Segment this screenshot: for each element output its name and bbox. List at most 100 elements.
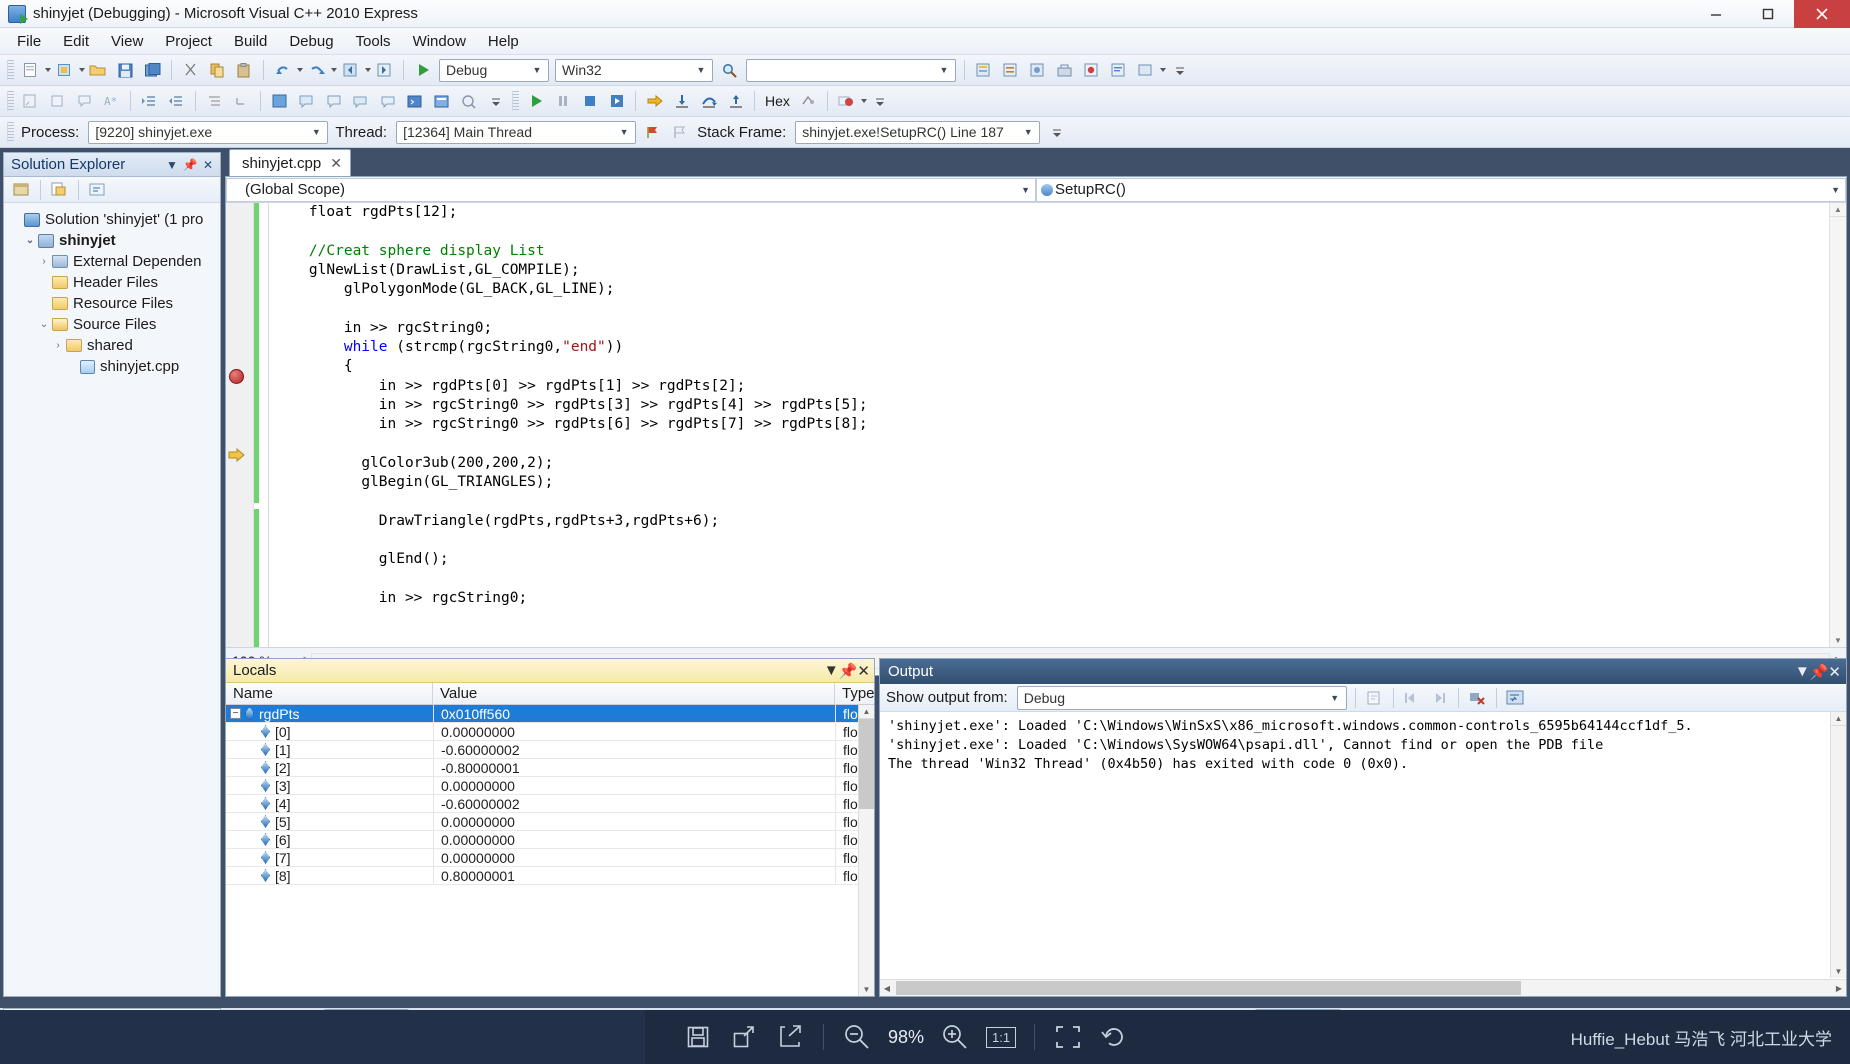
locals-cell-value[interactable]: 0.00000000 [433, 813, 835, 830]
show-next-statement-icon[interactable] [642, 89, 667, 113]
locals-cell-value[interactable]: 0.00000000 [433, 777, 835, 794]
tree-item-external-dependencies[interactable]: › External Dependen [8, 251, 220, 272]
output-window-icon[interactable] [1106, 58, 1131, 82]
tree-item-source-files[interactable]: ⌄ Source Files [8, 314, 220, 335]
show-all-files-icon[interactable] [47, 178, 72, 202]
toolbox-icon[interactable] [1052, 58, 1077, 82]
cut-icon[interactable] [178, 58, 203, 82]
show-flagged-threads-icon[interactable] [667, 120, 692, 144]
column-header-type[interactable]: Type [835, 683, 874, 704]
find-combo[interactable]: ▼ [746, 58, 956, 82]
output-vertical-scrollbar[interactable]: ▲ ▼ [1830, 712, 1846, 978]
close-icon[interactable]: ✕ [857, 662, 870, 680]
save-all-icon[interactable] [140, 58, 165, 82]
start-debugging-icon[interactable] [410, 58, 435, 82]
pin-icon[interactable]: 📌 [1810, 663, 1829, 681]
twisty[interactable]: ⌄ [36, 319, 52, 330]
locals-cell-value[interactable]: -0.80000001 [433, 759, 835, 776]
toggle-all-outlining-icon[interactable] [202, 89, 227, 113]
save-icon[interactable] [113, 58, 138, 82]
tab-shinyjet-cpp[interactable]: shinyjet.cpp ✕ [229, 149, 351, 176]
zoom-in-icon[interactable] [932, 1017, 978, 1057]
quickwatch-icon[interactable] [294, 89, 319, 113]
table-row[interactable]: [6] 0.00000000 float [226, 831, 874, 849]
locals-cell-value[interactable]: -0.60000002 [433, 741, 835, 758]
locals-cell-value[interactable]: 0x010ff560 [433, 705, 835, 722]
chevron-down-icon[interactable] [79, 68, 85, 72]
find-message-icon[interactable] [1362, 686, 1387, 710]
locals-cell-value[interactable]: 0.80000001 [433, 867, 835, 884]
more-windows-icon[interactable] [1133, 58, 1158, 82]
toolbar-grip[interactable] [7, 122, 14, 142]
flag-thread-icon[interactable] [640, 120, 665, 144]
chevron-down-icon[interactable]: ▼ [1795, 663, 1810, 680]
breakpoints-window-icon[interactable] [834, 89, 859, 113]
locals-window-icon[interactable] [375, 89, 400, 113]
table-row[interactable]: −rgdPts0x010ff560float [1 [226, 705, 874, 723]
close-button[interactable] [1794, 0, 1850, 28]
table-row[interactable]: [7] 0.00000000 float [226, 849, 874, 867]
restart-icon[interactable] [604, 89, 629, 113]
twisty[interactable]: › [50, 340, 66, 351]
locals-cell-value[interactable]: -0.60000002 [433, 795, 835, 812]
hex-display-button[interactable]: Hex [760, 93, 795, 109]
watch-window-icon[interactable] [321, 89, 346, 113]
menu-build[interactable]: Build [223, 30, 278, 53]
thread-combo[interactable]: [12364] Main Thread ▼ [396, 120, 637, 144]
chevron-down-icon[interactable] [331, 68, 337, 72]
properties-window-icon[interactable] [998, 58, 1023, 82]
tree-item-solution[interactable]: Solution 'shinyjet' (1 pro [8, 209, 220, 230]
pin-icon[interactable]: 📌 [839, 662, 858, 680]
memory-window-icon[interactable] [429, 89, 454, 113]
minimize-button[interactable] [1690, 0, 1742, 28]
scope-combo-left[interactable]: (Global Scope) ▼ [226, 177, 1036, 202]
step-into-icon[interactable] [669, 89, 694, 113]
error-list-icon[interactable] [1079, 58, 1104, 82]
toolbar-overflow-icon[interactable] [1044, 120, 1069, 144]
process-combo[interactable]: [9220] shinyjet.exe ▼ [88, 120, 329, 144]
menu-edit[interactable]: Edit [52, 30, 100, 53]
menu-tools[interactable]: Tools [345, 30, 402, 53]
tree-item-resource-files[interactable]: Resource Files [8, 293, 220, 314]
stop-debugging-icon[interactable] [577, 89, 602, 113]
twisty[interactable]: › [36, 256, 52, 267]
go-to-next-message-icon[interactable] [1427, 686, 1452, 710]
actual-size-button[interactable]: 1:1 [978, 1017, 1024, 1057]
view-code-icon[interactable] [85, 178, 110, 202]
locals-cell-value[interactable]: 0.00000000 [433, 849, 835, 866]
zoom-out-icon[interactable] [834, 1017, 880, 1057]
chevron-down-icon[interactable] [1160, 68, 1166, 72]
output-source-combo[interactable]: Debug ▼ [1016, 685, 1347, 710]
locals-cell-value[interactable]: 0.00000000 [433, 723, 835, 740]
object-browser-icon[interactable] [1025, 58, 1050, 82]
new-breakpoint-icon[interactable] [267, 89, 292, 113]
copy-icon[interactable] [205, 58, 230, 82]
increase-indent-icon[interactable] [137, 89, 162, 113]
pin-icon[interactable]: 📌 [182, 157, 198, 173]
close-icon[interactable]: ✕ [200, 157, 216, 173]
navigate-backward-icon[interactable] [338, 58, 363, 82]
menu-window[interactable]: Window [402, 30, 477, 53]
expand-icon[interactable] [721, 1017, 767, 1057]
new-item-icon[interactable] [18, 58, 43, 82]
table-row[interactable]: [3] 0.00000000 float [226, 777, 874, 795]
chevron-down-icon[interactable]: ▼ [164, 157, 180, 173]
save-icon[interactable] [675, 1017, 721, 1057]
table-row[interactable]: [5] 0.00000000 float [226, 813, 874, 831]
toolbar-overflow-icon[interactable] [868, 89, 893, 113]
editor-vertical-scrollbar[interactable]: ▲ ▼ [1829, 203, 1846, 647]
rotate-icon[interactable] [1091, 1017, 1137, 1057]
table-row[interactable]: [0] 0.00000000 float [226, 723, 874, 741]
chevron-down-icon[interactable] [45, 68, 51, 72]
tree-item-project[interactable]: ⌄ shinyjet [8, 230, 220, 251]
breakpoint-marker[interactable] [229, 369, 244, 384]
expander-icon[interactable]: − [230, 708, 241, 719]
collapse-outlining-icon[interactable] [229, 89, 254, 113]
solution-platform-combo[interactable]: Win32 ▼ [555, 58, 713, 82]
menu-project[interactable]: Project [154, 30, 223, 53]
close-icon[interactable]: ✕ [330, 155, 342, 172]
find-in-files-icon[interactable] [717, 58, 742, 82]
menu-file[interactable]: File [6, 30, 52, 53]
go-to-previous-message-icon[interactable] [1400, 686, 1425, 710]
add-item-icon[interactable] [52, 58, 77, 82]
